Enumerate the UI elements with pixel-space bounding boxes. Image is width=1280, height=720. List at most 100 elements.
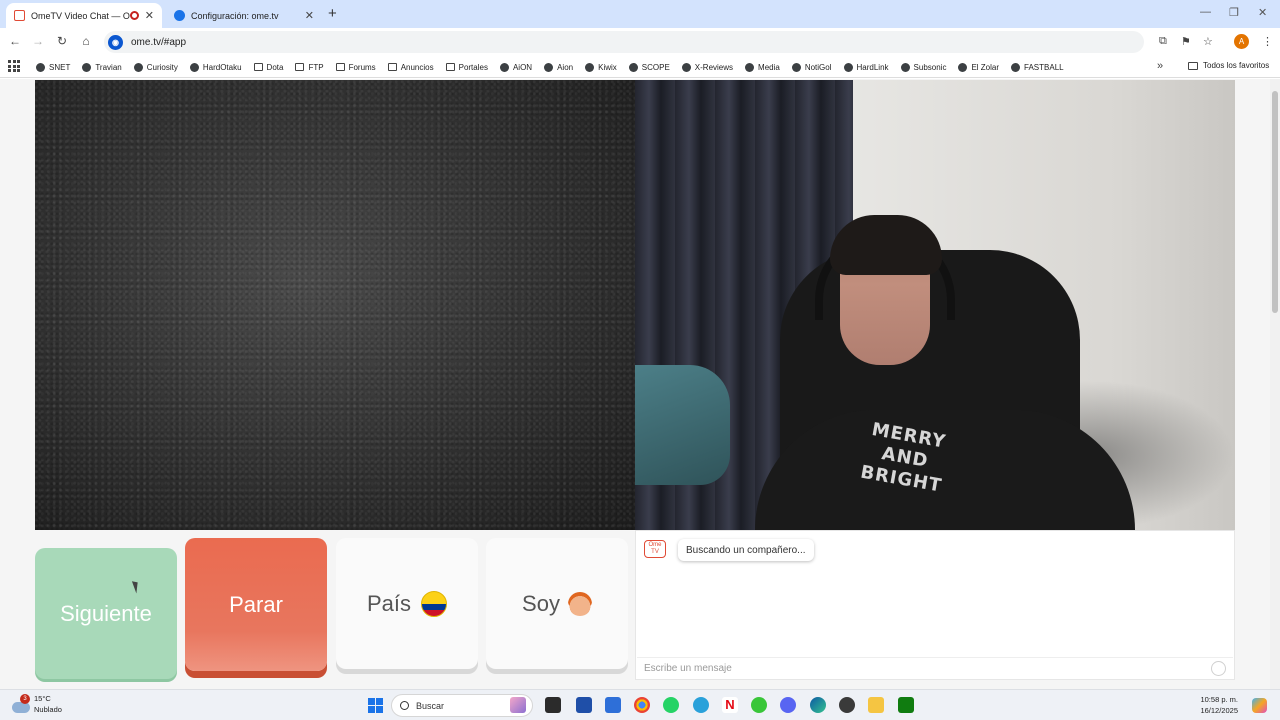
bookmark-item[interactable]: SCOPE <box>628 62 670 72</box>
bookmark-star-icon[interactable]: ☆ <box>1203 35 1213 48</box>
gender-button[interactable]: Soy <box>486 538 628 669</box>
telegram-icon[interactable] <box>693 697 709 713</box>
bookmark-item[interactable]: Media <box>745 62 780 72</box>
bookmark-label: Forums <box>348 62 376 72</box>
home-icon[interactable]: ⌂ <box>78 34 94 48</box>
bookmarks-bar: SNET Travian Curiosity HardOtaku Dota FTP Foru… <box>0 56 1280 78</box>
bookmark-item[interactable]: SNET <box>36 62 71 72</box>
window-close-icon[interactable]: ✕ <box>1258 6 1267 19</box>
bookmark-item[interactable]: Aion <box>544 62 574 72</box>
tab-ometv[interactable]: OmeTV Video Chat — Ome ✕ <box>6 3 162 28</box>
bookmark-item[interactable]: Travian <box>82 62 122 72</box>
globe-icon <box>189 62 199 72</box>
weather-widget[interactable]: 3 15°C Nublado <box>12 693 62 715</box>
widgets-icon[interactable] <box>510 697 526 713</box>
globe-icon <box>36 62 45 72</box>
bookmark-label: Dota <box>266 62 284 72</box>
bookmark-item[interactable]: HardLink <box>843 62 889 72</box>
bookmark-label: Aion <box>557 62 574 72</box>
pillow <box>635 365 730 485</box>
back-icon[interactable]: ← <box>7 34 23 48</box>
stop-button[interactable]: Parar <box>185 538 327 671</box>
clock-date: 16/12/2025 <box>1200 706 1238 715</box>
profile-avatar[interactable]: A <box>1234 34 1249 49</box>
system-clock[interactable]: 10:58 p. m. 16/12/2025 <box>1192 694 1238 716</box>
bookmark-item[interactable]: Dota <box>253 62 284 72</box>
bookmark-item[interactable]: El Zolar <box>958 62 999 72</box>
bookmark-label: FASTBALL <box>1024 62 1064 72</box>
bookmark-label: SNET <box>49 62 71 72</box>
reload-icon[interactable]: ↻ <box>54 34 70 48</box>
country-label: País <box>366 590 412 616</box>
restore-icon[interactable]: ❐ <box>1229 6 1239 19</box>
windows-start-icon[interactable] <box>368 698 383 713</box>
bookmark-item[interactable]: FASTBALL <box>1011 62 1064 72</box>
bookmark-item[interactable]: NotiGol <box>791 62 832 72</box>
bookmark-label: Anuncios <box>400 62 434 72</box>
chrome-icon[interactable] <box>634 697 650 713</box>
duolingo-icon[interactable] <box>751 697 767 713</box>
url-text: ome.tv/#app <box>131 36 187 48</box>
clock-time: 10:58 p. m. <box>1200 695 1238 704</box>
close-tab-icon[interactable]: ✕ <box>305 9 314 22</box>
new-tab-button[interactable]: + <box>328 5 337 22</box>
bookmark-item[interactable]: AiON <box>499 62 533 72</box>
bookmark-item[interactable]: FTP <box>295 63 324 72</box>
forward-icon[interactable]: → <box>30 34 46 48</box>
address-bar[interactable]: ◉ ome.tv/#app <box>104 31 1144 53</box>
weather-badge: 3 <box>20 694 30 704</box>
next-button[interactable]: Siguiente <box>35 548 177 679</box>
tab-settings[interactable]: Configuración: ome.tv ✕ <box>166 3 322 28</box>
browser-toolbar: ← → ↻ ⌂ ◉ ome.tv/#app ⧉ ⚑ ☆ ⋮ <box>0 28 1280 56</box>
bookmark-label: SCOPE <box>641 62 670 72</box>
menu-dots-icon[interactable]: ⋮ <box>1262 35 1273 48</box>
copilot-icon[interactable] <box>1252 698 1267 713</box>
apps-grid-icon[interactable] <box>8 60 20 72</box>
close-tab-icon[interactable]: ✕ <box>145 9 154 22</box>
discord-icon[interactable] <box>780 697 796 713</box>
folder-icon <box>387 63 397 71</box>
more-bookmarks-icon[interactable]: » <box>1157 60 1163 72</box>
app-icon[interactable] <box>839 697 855 713</box>
bookmark-label: Portales <box>458 62 488 72</box>
emoji-icon[interactable] <box>1211 661 1226 676</box>
folder-icon <box>445 63 455 71</box>
weather-temp: 15°C <box>34 694 51 703</box>
bookmark-label: Subsonic <box>913 62 947 72</box>
site-info-icon[interactable]: ◉ <box>108 34 123 50</box>
bookmark-item[interactable]: Forums <box>335 62 376 72</box>
scrollbar-thumb[interactable] <box>1272 91 1278 313</box>
edge-icon[interactable] <box>810 697 826 713</box>
colombia-flag-icon <box>421 590 448 617</box>
country-button[interactable]: País <box>336 538 478 669</box>
bookmark-list: SNET Travian Curiosity HardOtaku Dota FTP Foru… <box>36 56 1076 78</box>
tab-title: OmeTV Video Chat — Ome <box>31 10 130 21</box>
cloud-icon: 3 <box>12 694 30 713</box>
bookmark-item[interactable]: X-Reviews <box>681 62 733 72</box>
file-explorer-icon[interactable] <box>868 697 884 713</box>
translate-icon[interactable]: ⚑ <box>1181 35 1191 48</box>
bookmark-item[interactable]: HardOtaku <box>189 62 242 72</box>
bookmark-item[interactable]: Kiwix <box>585 62 617 72</box>
netflix-icon[interactable]: N <box>722 697 738 713</box>
xbox-icon[interactable] <box>898 697 914 713</box>
all-bookmarks-folder[interactable]: Todos los favoritos <box>1188 61 1269 70</box>
whatsapp-icon[interactable] <box>663 697 679 713</box>
bookmark-item[interactable]: Anuncios <box>387 62 434 72</box>
message-input[interactable]: Escribe un mensaje <box>637 657 1233 679</box>
bookmark-item[interactable]: Portales <box>445 62 488 72</box>
store-icon[interactable] <box>605 697 621 713</box>
install-app-icon[interactable]: ⧉ <box>1159 35 1167 48</box>
bookmark-label: AiON <box>512 62 533 72</box>
page-scrollbar[interactable] <box>1270 79 1280 689</box>
task-view-icon[interactable] <box>545 697 561 713</box>
globe-icon <box>628 62 638 72</box>
search-icon <box>400 701 409 710</box>
boy-emoji-icon <box>567 591 592 616</box>
bookmark-item[interactable]: Curiosity <box>133 62 178 72</box>
bookmark-item[interactable]: Subsonic <box>900 62 947 72</box>
minimize-icon[interactable]: — <box>1200 6 1211 18</box>
ludo-app-icon[interactable] <box>576 697 592 713</box>
bookmark-label: HardLink <box>856 62 889 72</box>
windows-taskbar: 3 15°C Nublado Buscar N 10:58 p. m. 16/1… <box>0 689 1280 720</box>
